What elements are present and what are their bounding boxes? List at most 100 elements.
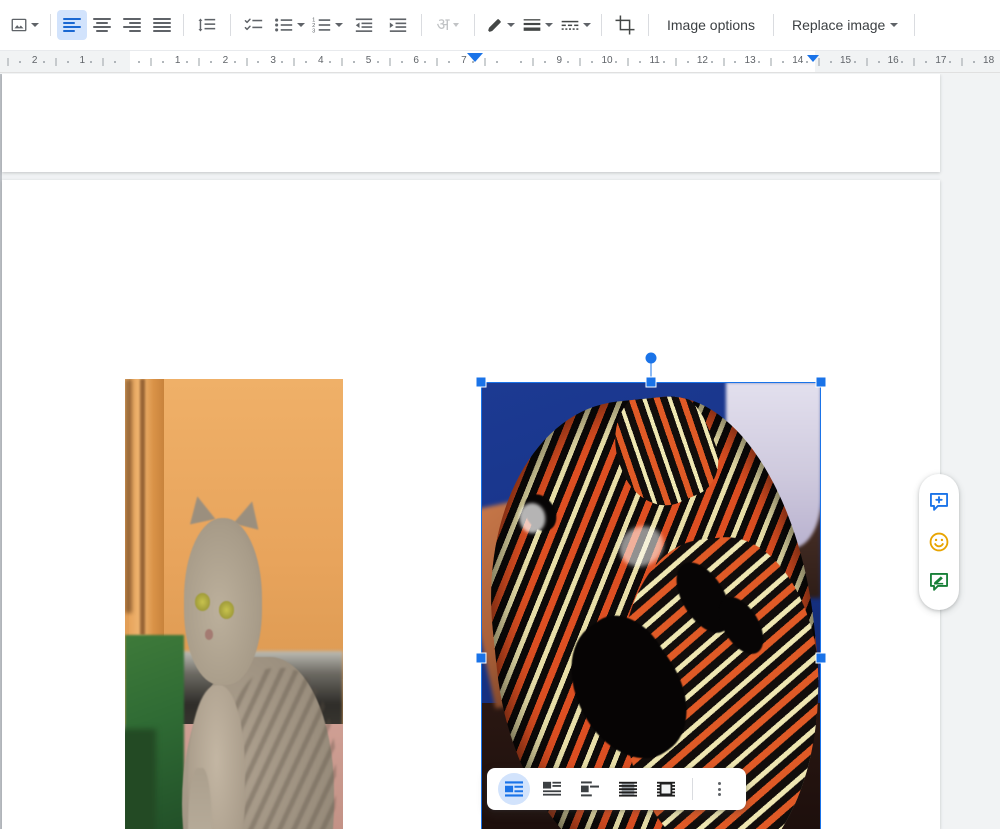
resize-handle-middle-right[interactable]	[816, 653, 827, 664]
ruler-tick	[782, 61, 784, 63]
line-spacing-button[interactable]: Line & paragraph spacing	[190, 10, 224, 40]
ruler-tick	[734, 61, 736, 63]
chevron-down-icon	[335, 23, 343, 27]
border-dash-button[interactable]: Border dash	[557, 10, 595, 40]
image-cat-photo[interactable]: Grey tabby cat sitting on pink stoop in …	[125, 379, 343, 829]
ruler-tick	[186, 61, 188, 63]
replace-image-button[interactable]: Replace image	[780, 10, 908, 40]
border-color-button[interactable]: Border color	[481, 10, 519, 40]
ruler-ticks: 2112345679101112131415161718	[0, 51, 1000, 73]
document-page-current[interactable]: Grey tabby cat sitting on pink stoop in …	[2, 180, 940, 829]
border-weight-button[interactable]: Border weight	[519, 10, 557, 40]
right-indent-marker[interactable]	[807, 55, 819, 62]
ruler-tick	[901, 61, 903, 63]
add-emoji-reaction-button[interactable]: Add emoji reaction	[919, 522, 959, 562]
ruler-number: 2	[223, 55, 229, 67]
ruler-number: 1	[175, 55, 181, 67]
toolbar-divider	[648, 14, 649, 36]
ruler-tick	[389, 58, 390, 66]
toolbar-divider	[773, 14, 774, 36]
ruler-tick	[663, 61, 665, 63]
ruler-tick	[329, 61, 331, 63]
ruler-tick	[246, 58, 247, 66]
ruler-tick	[485, 58, 486, 66]
document-page-previous[interactable]	[2, 74, 940, 172]
ruler-tick	[639, 61, 641, 63]
resize-handle-top-center[interactable]	[646, 377, 657, 388]
document-action-rail: Add comment Add emoji reaction Suggest e…	[919, 474, 959, 610]
image-options-button[interactable]: Image options	[655, 10, 767, 40]
ruler-tick	[198, 58, 199, 66]
left-indent-marker[interactable]	[467, 53, 483, 62]
document-ruler[interactable]: 2112345679101112131415161718	[0, 51, 1000, 73]
border-weight-icon	[522, 16, 542, 34]
increase-indent-button[interactable]: Increase indent	[381, 10, 415, 40]
more-image-options-button[interactable]: All image options	[703, 773, 735, 805]
ruler-tick	[962, 58, 963, 66]
image-painted-tiger-mask[interactable]: Painted ceramic tiger mask with orange, …	[481, 382, 821, 829]
ruler-tick	[544, 61, 546, 63]
chevron-down-icon	[890, 23, 898, 27]
break-text-button[interactable]: Break text	[574, 773, 606, 805]
ruler-tick	[532, 58, 533, 66]
resize-handle-middle-left[interactable]	[476, 653, 487, 664]
toolbar-divider	[230, 14, 231, 36]
wrap-text-button[interactable]: Wrap text	[536, 773, 568, 805]
ruler-tick	[377, 61, 379, 63]
ruler-tick	[353, 61, 355, 63]
bulleted-list-button[interactable]: Bulleted list	[271, 10, 309, 40]
wrap-inline-button[interactable]: In line	[498, 773, 530, 805]
chevron-down-icon	[545, 23, 553, 27]
resize-handle-top-right[interactable]	[816, 377, 827, 388]
chevron-down-icon	[31, 23, 39, 27]
ruler-tick	[114, 61, 116, 63]
ruler-tick	[401, 61, 403, 63]
ruler-tick	[162, 61, 164, 63]
resize-handle-top-left[interactable]	[476, 377, 487, 388]
justify-button[interactable]: Justify	[147, 10, 177, 40]
ruler-tick	[341, 58, 342, 66]
add-comment-button[interactable]: Add comment	[919, 482, 959, 522]
ruler-number: 9	[557, 55, 563, 67]
numbered-list-icon: 1 2 3	[312, 16, 332, 34]
chevron-down-icon	[583, 23, 591, 27]
align-left-button[interactable]: Left align	[57, 10, 87, 40]
pen-icon	[485, 16, 504, 35]
image-format-toolbar: Insert image Left align Center align Rig…	[0, 0, 1000, 51]
ruler-tick	[437, 58, 438, 66]
ruler-tick	[19, 61, 21, 63]
ruler-tick	[90, 61, 92, 63]
align-center-button[interactable]: Center align	[87, 10, 117, 40]
chevron-down-icon	[453, 23, 459, 27]
ruler-tick	[675, 58, 676, 66]
ruler-number: 1	[80, 55, 86, 67]
clear-formatting-button[interactable]: अ	[428, 10, 468, 40]
docs-image-editor-screen: Insert image Left align Center align Rig…	[0, 0, 1000, 829]
ruler-tick	[55, 58, 56, 66]
ruler-number: 17	[935, 55, 946, 67]
ruler-tick	[281, 61, 283, 63]
ruler-tick	[878, 61, 880, 63]
ruler-number: 7	[461, 55, 467, 67]
ruler-tick	[151, 58, 152, 66]
ruler-tick	[234, 61, 236, 63]
document-canvas: Grey tabby cat sitting on pink stoop in …	[0, 74, 1000, 829]
align-right-button[interactable]: Right align	[117, 10, 147, 40]
numbered-list-button[interactable]: 1 2 3 Numbered list	[309, 10, 347, 40]
ruler-tick	[687, 61, 689, 63]
rotation-handle[interactable]	[646, 353, 657, 364]
svg-text:3: 3	[312, 28, 315, 34]
image-toolbar-divider	[692, 778, 693, 800]
ruler-number: 10	[601, 55, 612, 67]
bulleted-list-icon	[274, 16, 294, 34]
behind-text-button[interactable]: Behind text	[612, 773, 644, 805]
decrease-indent-button[interactable]: Decrease indent	[347, 10, 381, 40]
suggest-edits-button[interactable]: Suggest edits	[919, 562, 959, 602]
crop-button[interactable]: Crop image	[608, 10, 642, 40]
insert-image-button[interactable]: Insert image	[6, 10, 44, 40]
ruler-number: 15	[840, 55, 851, 67]
checklist-button[interactable]: Checklist	[237, 10, 271, 40]
ruler-tick	[424, 61, 426, 63]
in-front-of-text-button[interactable]: In front of text	[650, 773, 682, 805]
toolbar-divider	[914, 14, 915, 36]
